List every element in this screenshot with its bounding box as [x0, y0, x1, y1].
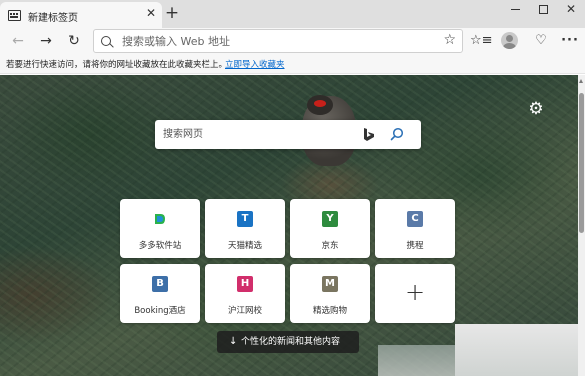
web-search-input[interactable] [163, 127, 353, 142]
tab-new-tab[interactable]: 新建标签页 ✕ [0, 2, 162, 28]
favorites-bar: 若要进行快速访问，请将你的网址收藏放在此收藏夹栏上。 立即导入收藏夹 [0, 54, 585, 74]
bird-comb [314, 100, 326, 107]
duoduo-logo-icon [155, 214, 165, 224]
booking-letter-icon: B [152, 276, 168, 292]
more-menu-icon[interactable]: ··· [560, 31, 580, 51]
down-arrow-icon: ↓ [229, 336, 238, 347]
shopping-letter-icon: M [322, 276, 338, 292]
tile-label: 精选购物 [312, 306, 347, 316]
tile-label: 多多软件站 [138, 241, 182, 251]
new-tab-page-icon [8, 10, 21, 21]
quick-link-tile[interactable]: C 携程 [375, 199, 455, 258]
bing-icon[interactable] [362, 127, 376, 142]
profile-avatar[interactable] [501, 32, 518, 49]
ctrip-letter-icon: C [407, 211, 423, 227]
favorites-hint-text: 若要进行快速访问，请将你的网址收藏放在此收藏夹栏上。 [6, 60, 228, 70]
quick-link-tile[interactable]: B Booking酒店 [120, 264, 200, 323]
hujiang-letter-icon: H [237, 276, 253, 292]
tile-label: 沪江网校 [227, 306, 262, 316]
scroll-thumb[interactable] [579, 93, 584, 233]
scroll-up-arrow-icon[interactable] [579, 79, 583, 83]
add-icon: + [404, 278, 426, 306]
maximize-button[interactable] [528, 0, 558, 20]
close-window-button[interactable]: ✕ [556, 0, 585, 20]
page-settings-gear-icon[interactable]: ⚙ [527, 100, 545, 118]
minimize-icon [510, 9, 520, 10]
minimize-button[interactable] [500, 0, 530, 20]
tmall-letter-icon: T [237, 211, 253, 227]
new-tab-button[interactable]: + [164, 4, 180, 22]
jd-letter-icon: Y [322, 211, 338, 227]
maximize-icon [538, 5, 548, 14]
search-submit-icon[interactable] [390, 127, 404, 141]
page-scrollbar[interactable] [578, 75, 585, 376]
tile-label: 京东 [321, 241, 339, 251]
forward-button[interactable]: → [36, 31, 56, 51]
quick-link-tile[interactable]: H 沪江网校 [205, 264, 285, 323]
import-favorites-link[interactable]: 立即导入收藏夹 [225, 58, 285, 70]
background-patch-light [455, 324, 578, 376]
quick-link-tile[interactable]: M 精选购物 [290, 264, 370, 323]
quick-link-tile[interactable]: 多多软件站 [120, 199, 200, 258]
quick-link-tile[interactable]: T 天猫精选 [205, 199, 285, 258]
tab-strip: 新建标签页 ✕ + ✕ [0, 0, 585, 28]
address-input[interactable] [122, 33, 422, 49]
favorites-icon[interactable]: ☆≡ [470, 31, 493, 51]
quick-link-tile[interactable]: Y 京东 [290, 199, 370, 258]
navigation-toolbar: ← → ↻ ☆ ☆≡ ♡ ··· [0, 28, 585, 54]
tile-label: 携程 [406, 241, 424, 251]
tile-label: 天猫精选 [227, 241, 262, 251]
add-favorite-star-icon[interactable]: ☆ [443, 32, 456, 48]
address-bar[interactable]: ☆ [93, 29, 463, 53]
tab-close-icon[interactable]: ✕ [145, 7, 157, 19]
news-button-label: 个性化的新闻和其他内容 [241, 337, 341, 347]
add-quick-link-tile[interactable]: + [375, 264, 455, 323]
background-patch [378, 345, 458, 376]
reload-button[interactable]: ↻ [64, 31, 84, 51]
tile-label: Booking酒店 [134, 306, 186, 316]
back-button[interactable]: ← [8, 31, 28, 51]
personalized-news-button[interactable]: ↓ 个性化的新闻和其他内容 [217, 331, 359, 353]
web-search-box[interactable] [155, 120, 421, 149]
feedback-icon[interactable]: ♡ [531, 31, 551, 51]
search-icon [101, 36, 111, 46]
tab-title: 新建标签页 [28, 13, 78, 24]
